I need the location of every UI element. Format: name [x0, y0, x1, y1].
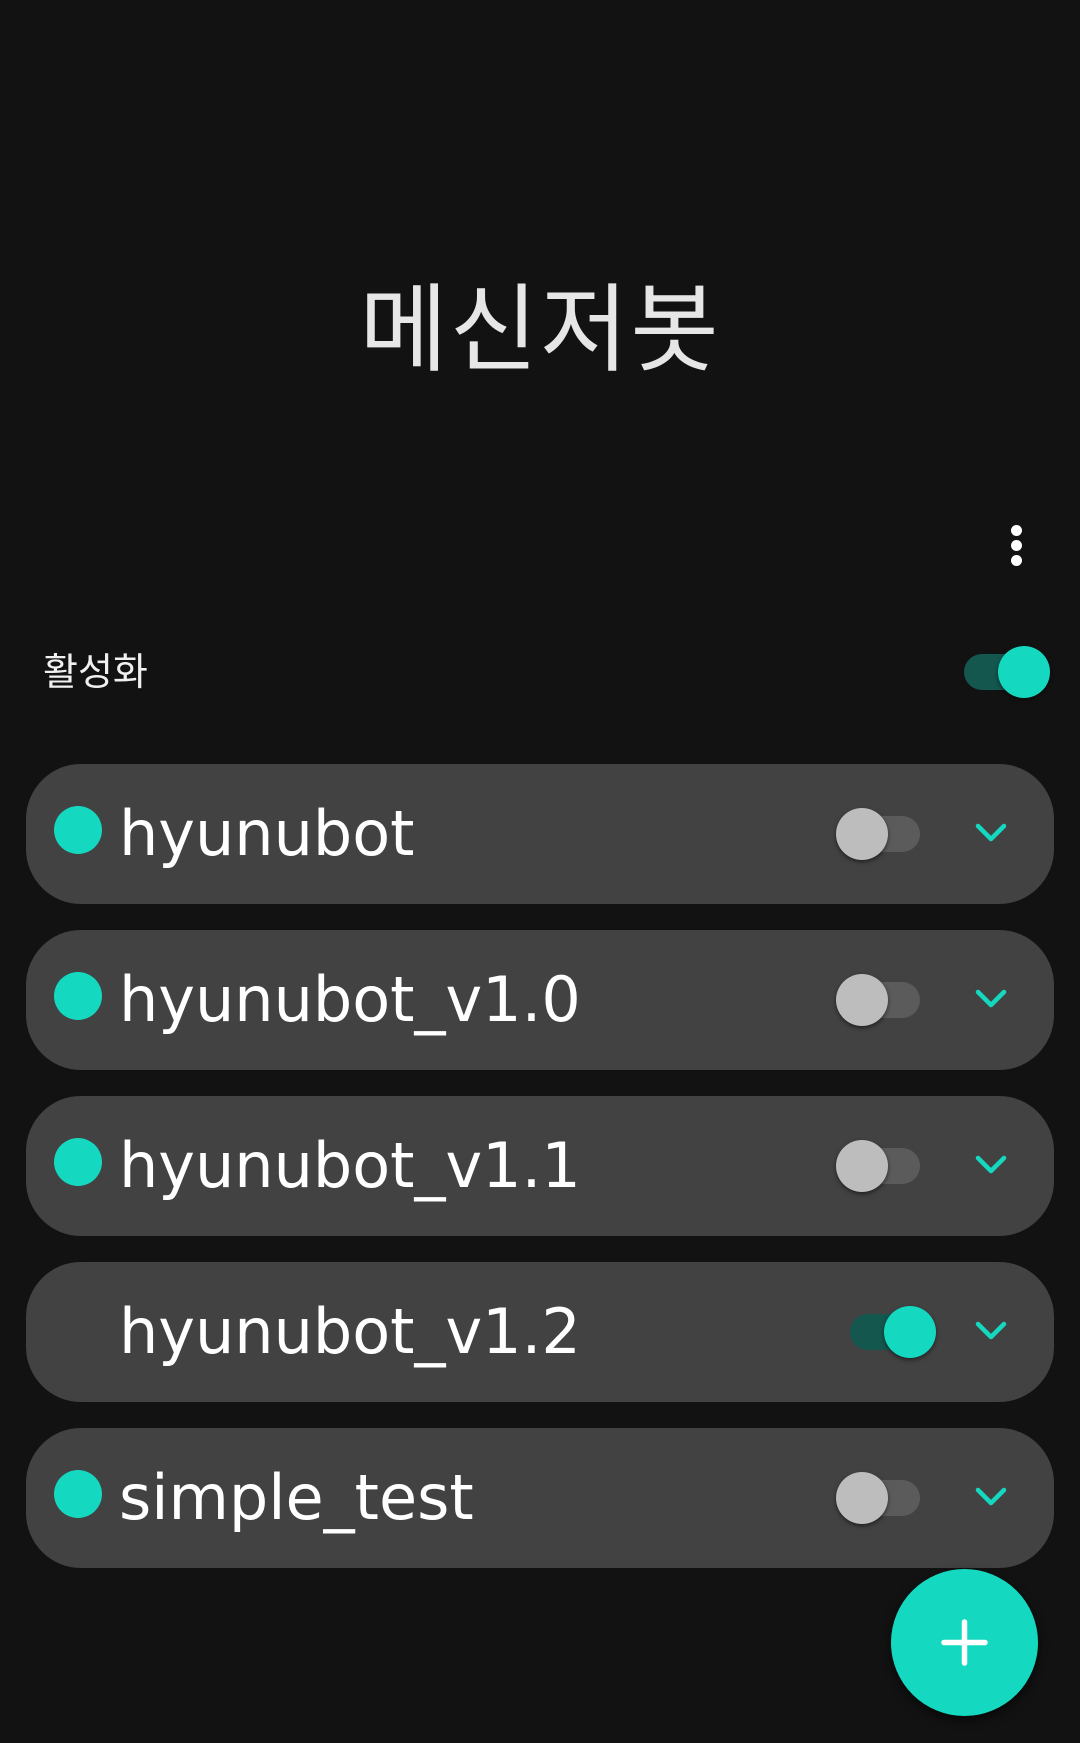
status-dot	[54, 972, 102, 1020]
bot-enable-switch[interactable]	[836, 972, 924, 1028]
add-bot-button[interactable]	[891, 1569, 1038, 1716]
status-dot	[54, 1470, 102, 1518]
chevron-down-icon[interactable]	[966, 1140, 1016, 1190]
plus-icon	[941, 1619, 988, 1666]
switch-thumb	[836, 974, 888, 1026]
more-vert-icon-dot	[1011, 555, 1022, 566]
status-dot	[54, 1138, 102, 1186]
bot-card-hyunubot-v1-2[interactable]: hyunubot_v1.2	[26, 1262, 1054, 1402]
bot-card-hyunubot[interactable]: hyunubot	[26, 764, 1054, 904]
app-title: 메신저봇	[359, 274, 721, 386]
bot-name: hyunubot_v1.2	[119, 1295, 581, 1368]
chevron-down-icon[interactable]	[966, 1472, 1016, 1522]
switch-thumb	[836, 808, 888, 860]
more-vert-icon	[1011, 525, 1022, 536]
bot-card-simple-test[interactable]: simple_test	[26, 1428, 1054, 1568]
bot-enable-switch[interactable]	[836, 1470, 924, 1526]
bot-name: hyunubot_v1.0	[119, 963, 581, 1036]
chevron-down-icon[interactable]	[966, 974, 1016, 1024]
bot-name: hyunubot	[119, 797, 415, 870]
switch-thumb	[836, 1472, 888, 1524]
bot-enable-switch[interactable]	[848, 1304, 936, 1360]
bot-enable-switch[interactable]	[836, 1138, 924, 1194]
more-options-button[interactable]	[990, 515, 1044, 575]
chevron-down-icon[interactable]	[966, 1306, 1016, 1356]
bot-card-hyunubot-v1-0[interactable]: hyunubot_v1.0	[26, 930, 1054, 1070]
bot-name: simple_test	[119, 1461, 474, 1534]
bot-card-hyunubot-v1-1[interactable]: hyunubot_v1.1	[26, 1096, 1054, 1236]
switch-thumb	[998, 646, 1050, 698]
switch-thumb	[836, 1140, 888, 1192]
bot-enable-switch[interactable]	[836, 806, 924, 862]
master-enable-label: 활성화	[43, 650, 148, 694]
master-enable-switch[interactable]	[962, 644, 1050, 700]
status-dot	[54, 806, 102, 854]
switch-thumb	[884, 1306, 936, 1358]
chevron-down-icon[interactable]	[966, 808, 1016, 858]
more-vert-icon-dot	[1011, 540, 1022, 551]
bot-name: hyunubot_v1.1	[119, 1129, 581, 1202]
